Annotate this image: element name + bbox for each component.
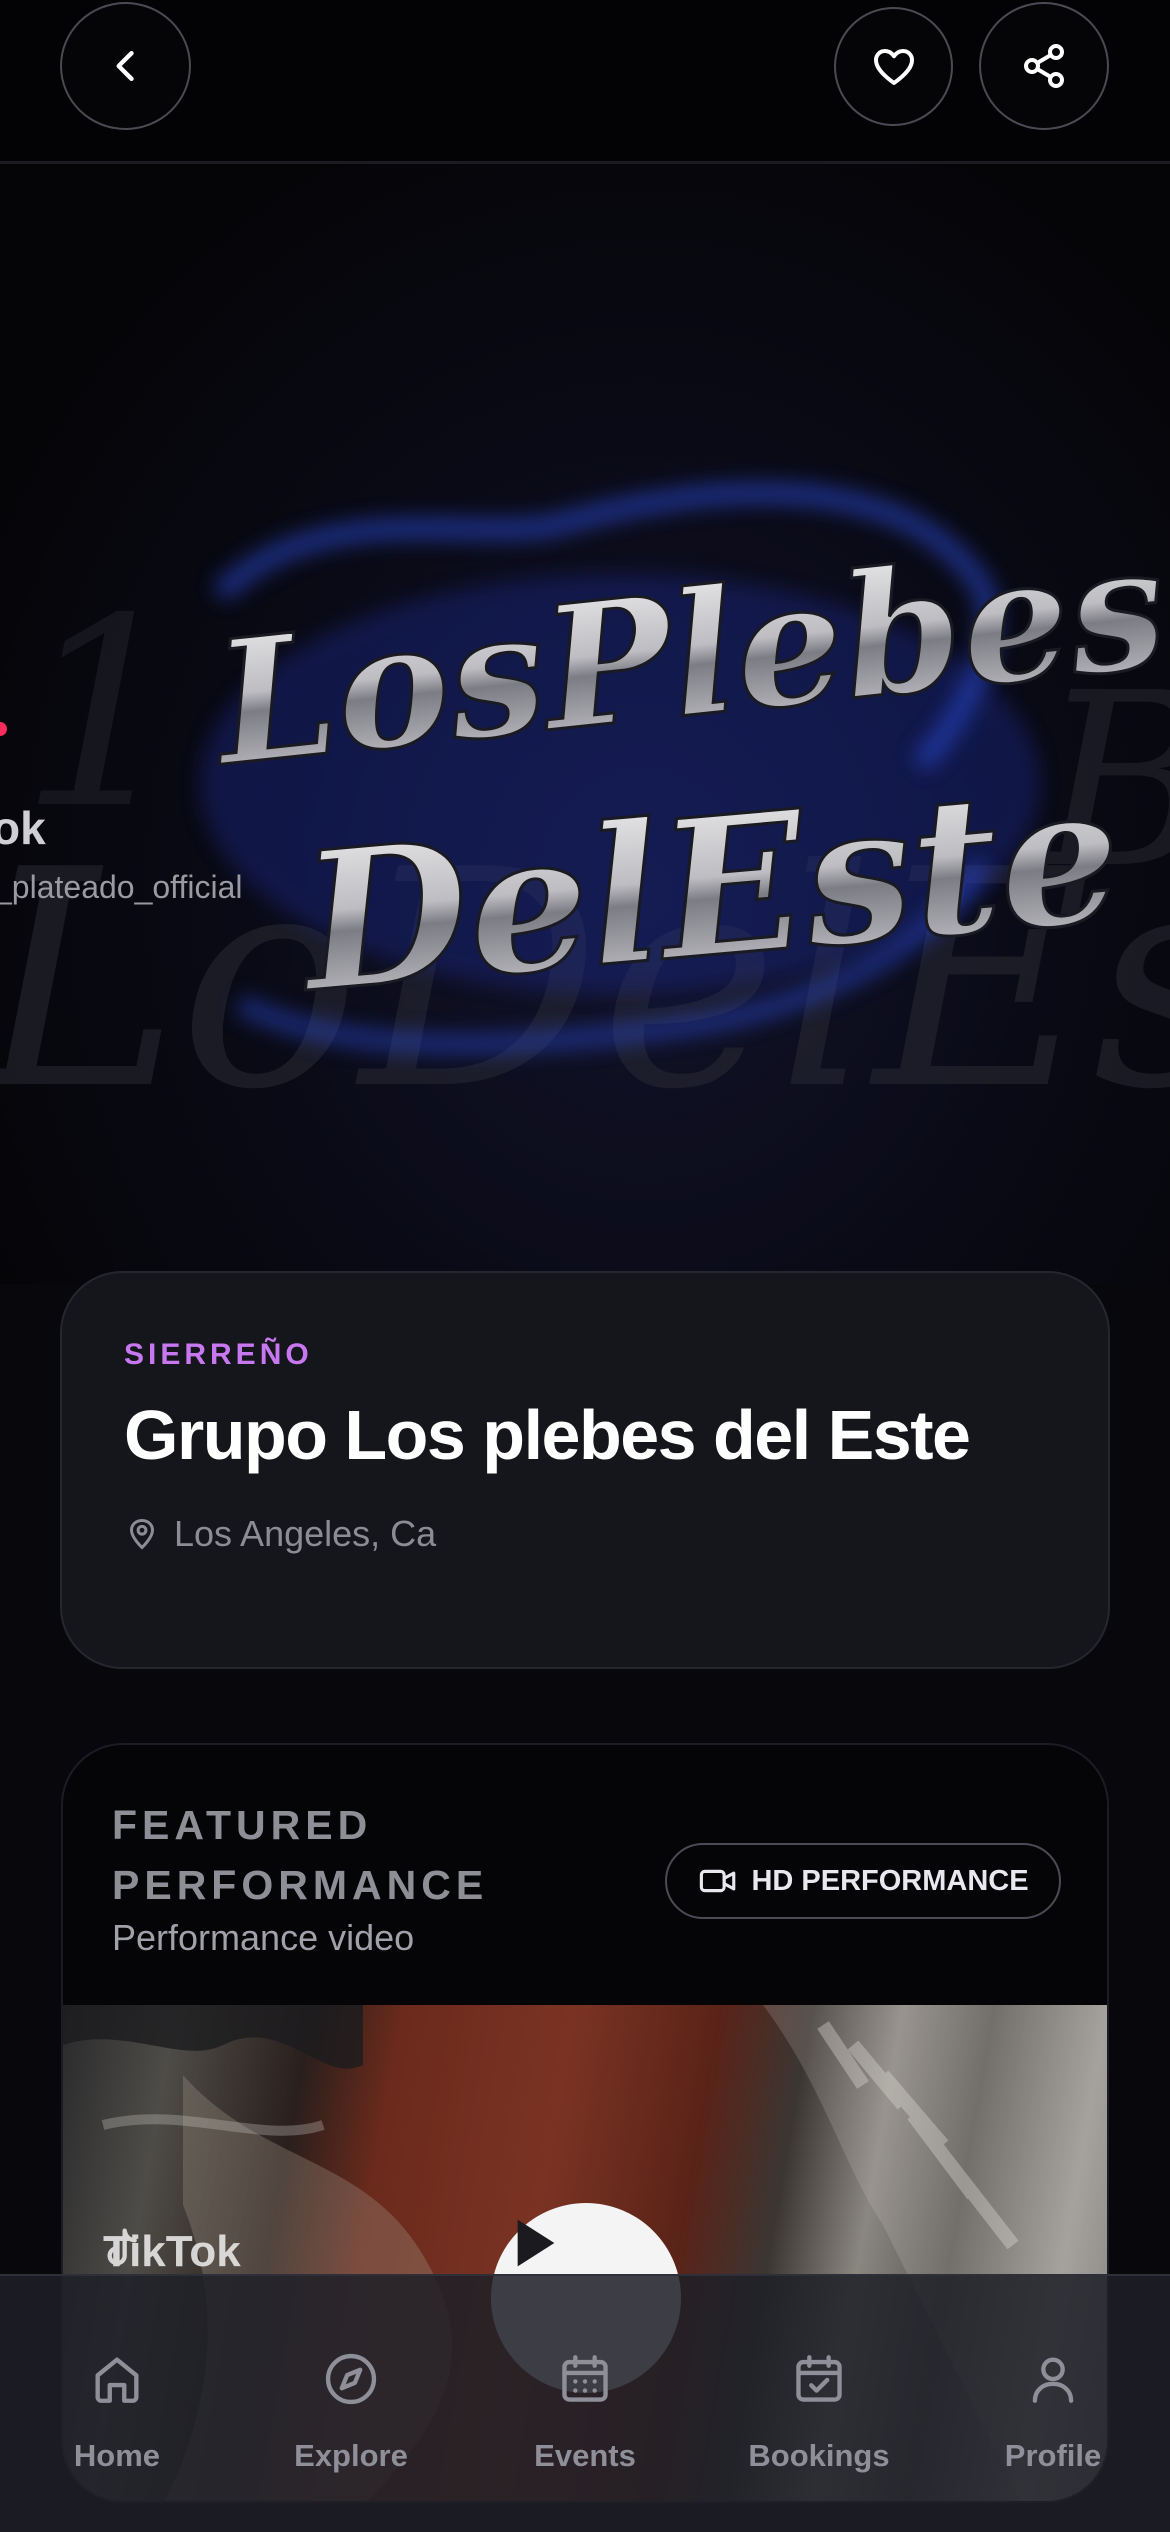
artist-location: Los Angeles, Ca: [124, 1513, 436, 1555]
featured-title: FEATURED PERFORMANCE: [112, 1795, 512, 1915]
bottom-navigation: Home Explore Events Bookings Profile: [0, 2274, 1170, 2532]
calendar-icon: [554, 2348, 616, 2410]
hero-image: LoDelEst 1 B LosPlebes DelEste ok _plate…: [0, 164, 1170, 1284]
nav-item-events[interactable]: Events: [485, 2276, 685, 2532]
featured-subtitle: Performance video: [112, 1917, 415, 1958]
hero-watermark-fragment: ok: [0, 802, 46, 854]
nav-item-profile[interactable]: Profile: [953, 2276, 1153, 2532]
compass-icon: [320, 2348, 382, 2410]
tiktok-icon: [107, 2228, 137, 2266]
chevron-left-icon: [115, 50, 134, 82]
play-icon: [517, 2219, 555, 2267]
nav-label-bookings: Bookings: [748, 2438, 890, 2473]
nav-item-bookings[interactable]: Bookings: [719, 2276, 919, 2532]
nav-item-home[interactable]: Home: [17, 2276, 217, 2532]
calendar-check-icon: [788, 2348, 850, 2410]
artist-name: Grupo Los plebes del Este: [124, 1396, 971, 1474]
featured-title-line1: FEATURED: [112, 1802, 373, 1848]
user-icon: [1022, 2348, 1084, 2410]
nav-label-home: Home: [73, 2438, 161, 2473]
location-text: Los Angeles, Ca: [174, 1513, 437, 1554]
hero-watermark-handle: _plateado_official: [0, 869, 243, 905]
top-bar: [0, 0, 1170, 164]
home-icon: [86, 2348, 148, 2410]
nav-label-events: Events: [534, 2438, 636, 2473]
video-camera-icon: [700, 1869, 736, 1893]
artist-info-card: SIERREÑO Grupo Los plebes del Este Los A…: [60, 1271, 1110, 1669]
share-button[interactable]: [979, 2, 1109, 130]
genre-label: SIERREÑO: [124, 1338, 313, 1371]
band-logo-artwork: LoDelEst 1 B LosPlebes DelEste ok _plate…: [0, 482, 1170, 1155]
hd-performance-badge: HD PERFORMANCE: [665, 1843, 1061, 1919]
nav-label-profile: Profile: [1004, 2438, 1102, 2473]
featured-title-line2: PERFORMANCE: [112, 1862, 489, 1908]
hd-badge-label: HD PERFORMANCE: [751, 1864, 1029, 1897]
tiktok-watermark: TikTok: [103, 2227, 241, 2277]
back-button[interactable]: [60, 2, 191, 130]
share-icon: [1024, 44, 1064, 88]
nav-label-explore: Explore: [294, 2438, 408, 2473]
favorite-button[interactable]: [834, 7, 953, 126]
map-pin-icon: [129, 1518, 155, 1550]
heart-icon: [873, 48, 914, 85]
nav-item-explore[interactable]: Explore: [251, 2276, 451, 2532]
